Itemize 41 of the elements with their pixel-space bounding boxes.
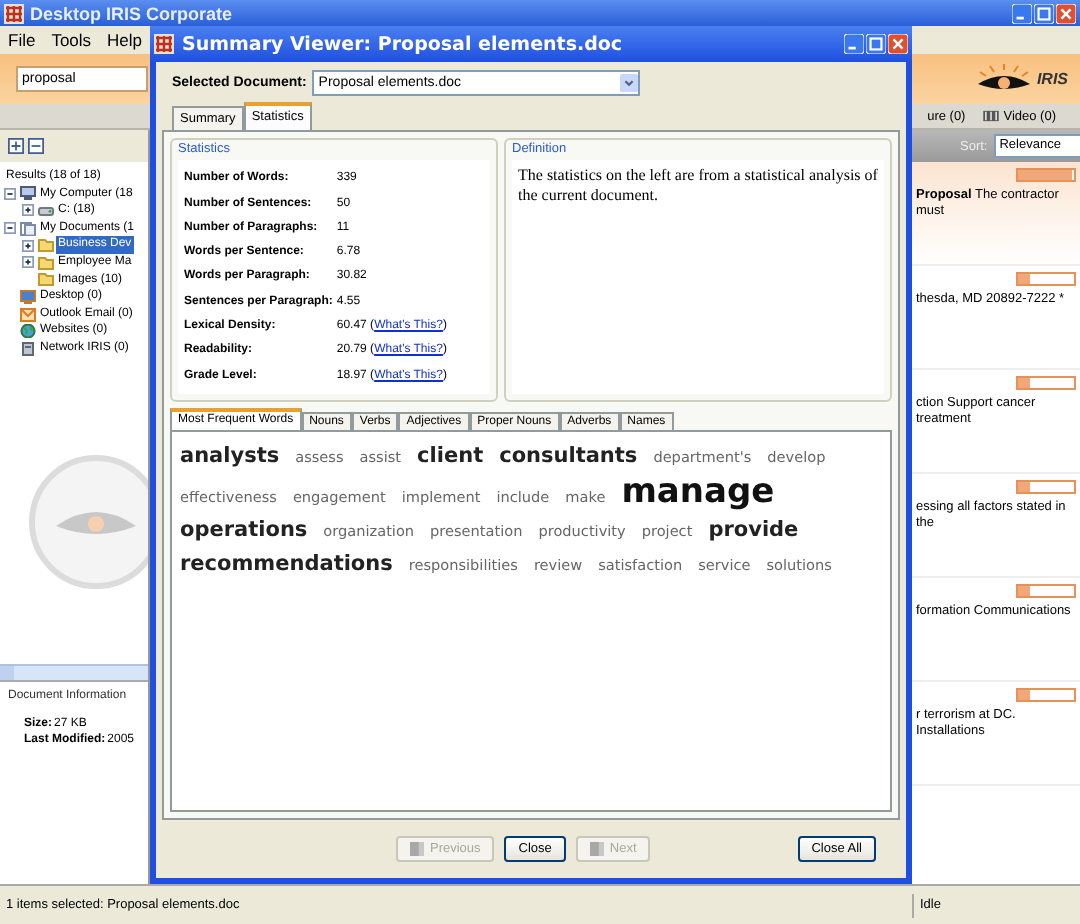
menu-item[interactable]: Tools — [51, 30, 92, 50]
minimize-button[interactable] — [844, 34, 864, 54]
square-icon — [410, 841, 424, 855]
menu-item[interactable]: Help — [107, 30, 143, 50]
email-icon — [20, 307, 36, 322]
maximize-button[interactable] — [866, 34, 886, 54]
collapse-toggle[interactable] — [4, 222, 16, 235]
documents-icon — [20, 221, 36, 236]
app-grid-icon — [154, 34, 174, 54]
cloud-word[interactable]: manage — [621, 474, 775, 510]
expand-all-icon[interactable] — [8, 138, 24, 154]
definition-text: The statistics on the left are from a statistical analysis of the current document. — [512, 160, 884, 394]
cloud-word[interactable]: operations — [180, 514, 308, 546]
drive-icon — [38, 203, 54, 218]
expand-toggle[interactable] — [22, 239, 34, 252]
expand-toggle[interactable] — [22, 256, 34, 269]
horizontal-scrollbar[interactable] — [0, 664, 148, 680]
collapse-all-icon[interactable] — [28, 138, 44, 154]
window-title: Desktop IRIS Corporate — [30, 3, 233, 23]
expand-toggle[interactable] — [22, 204, 34, 217]
close-button[interactable] — [1056, 3, 1076, 23]
computer-icon — [20, 186, 36, 201]
cloud-word[interactable]: provide — [708, 514, 799, 546]
cloud-word[interactable]: analysts — [180, 440, 280, 472]
cloud-word[interactable]: recommendations — [180, 548, 393, 580]
collapse-toggle[interactable] — [4, 187, 16, 200]
dropdown-arrow-icon — [620, 73, 639, 91]
eye-logo-icon — [974, 63, 1035, 95]
desktop-icon — [20, 289, 36, 304]
film-icon — [981, 110, 1000, 122]
close-button[interactable] — [888, 34, 908, 54]
minimize-button[interactable] — [1012, 3, 1032, 23]
square-icon — [589, 841, 604, 855]
globe-icon — [20, 324, 36, 339]
cloud-word[interactable]: consultants — [499, 440, 638, 472]
maximize-button[interactable] — [1034, 3, 1054, 23]
cloud-word[interactable]: client — [417, 440, 484, 472]
dialog-title: Summary Viewer: Proposal elements.doc — [182, 33, 623, 55]
menu-item[interactable]: File — [8, 30, 36, 50]
server-icon — [20, 341, 36, 356]
logo-text: IRIS — [1036, 70, 1068, 88]
